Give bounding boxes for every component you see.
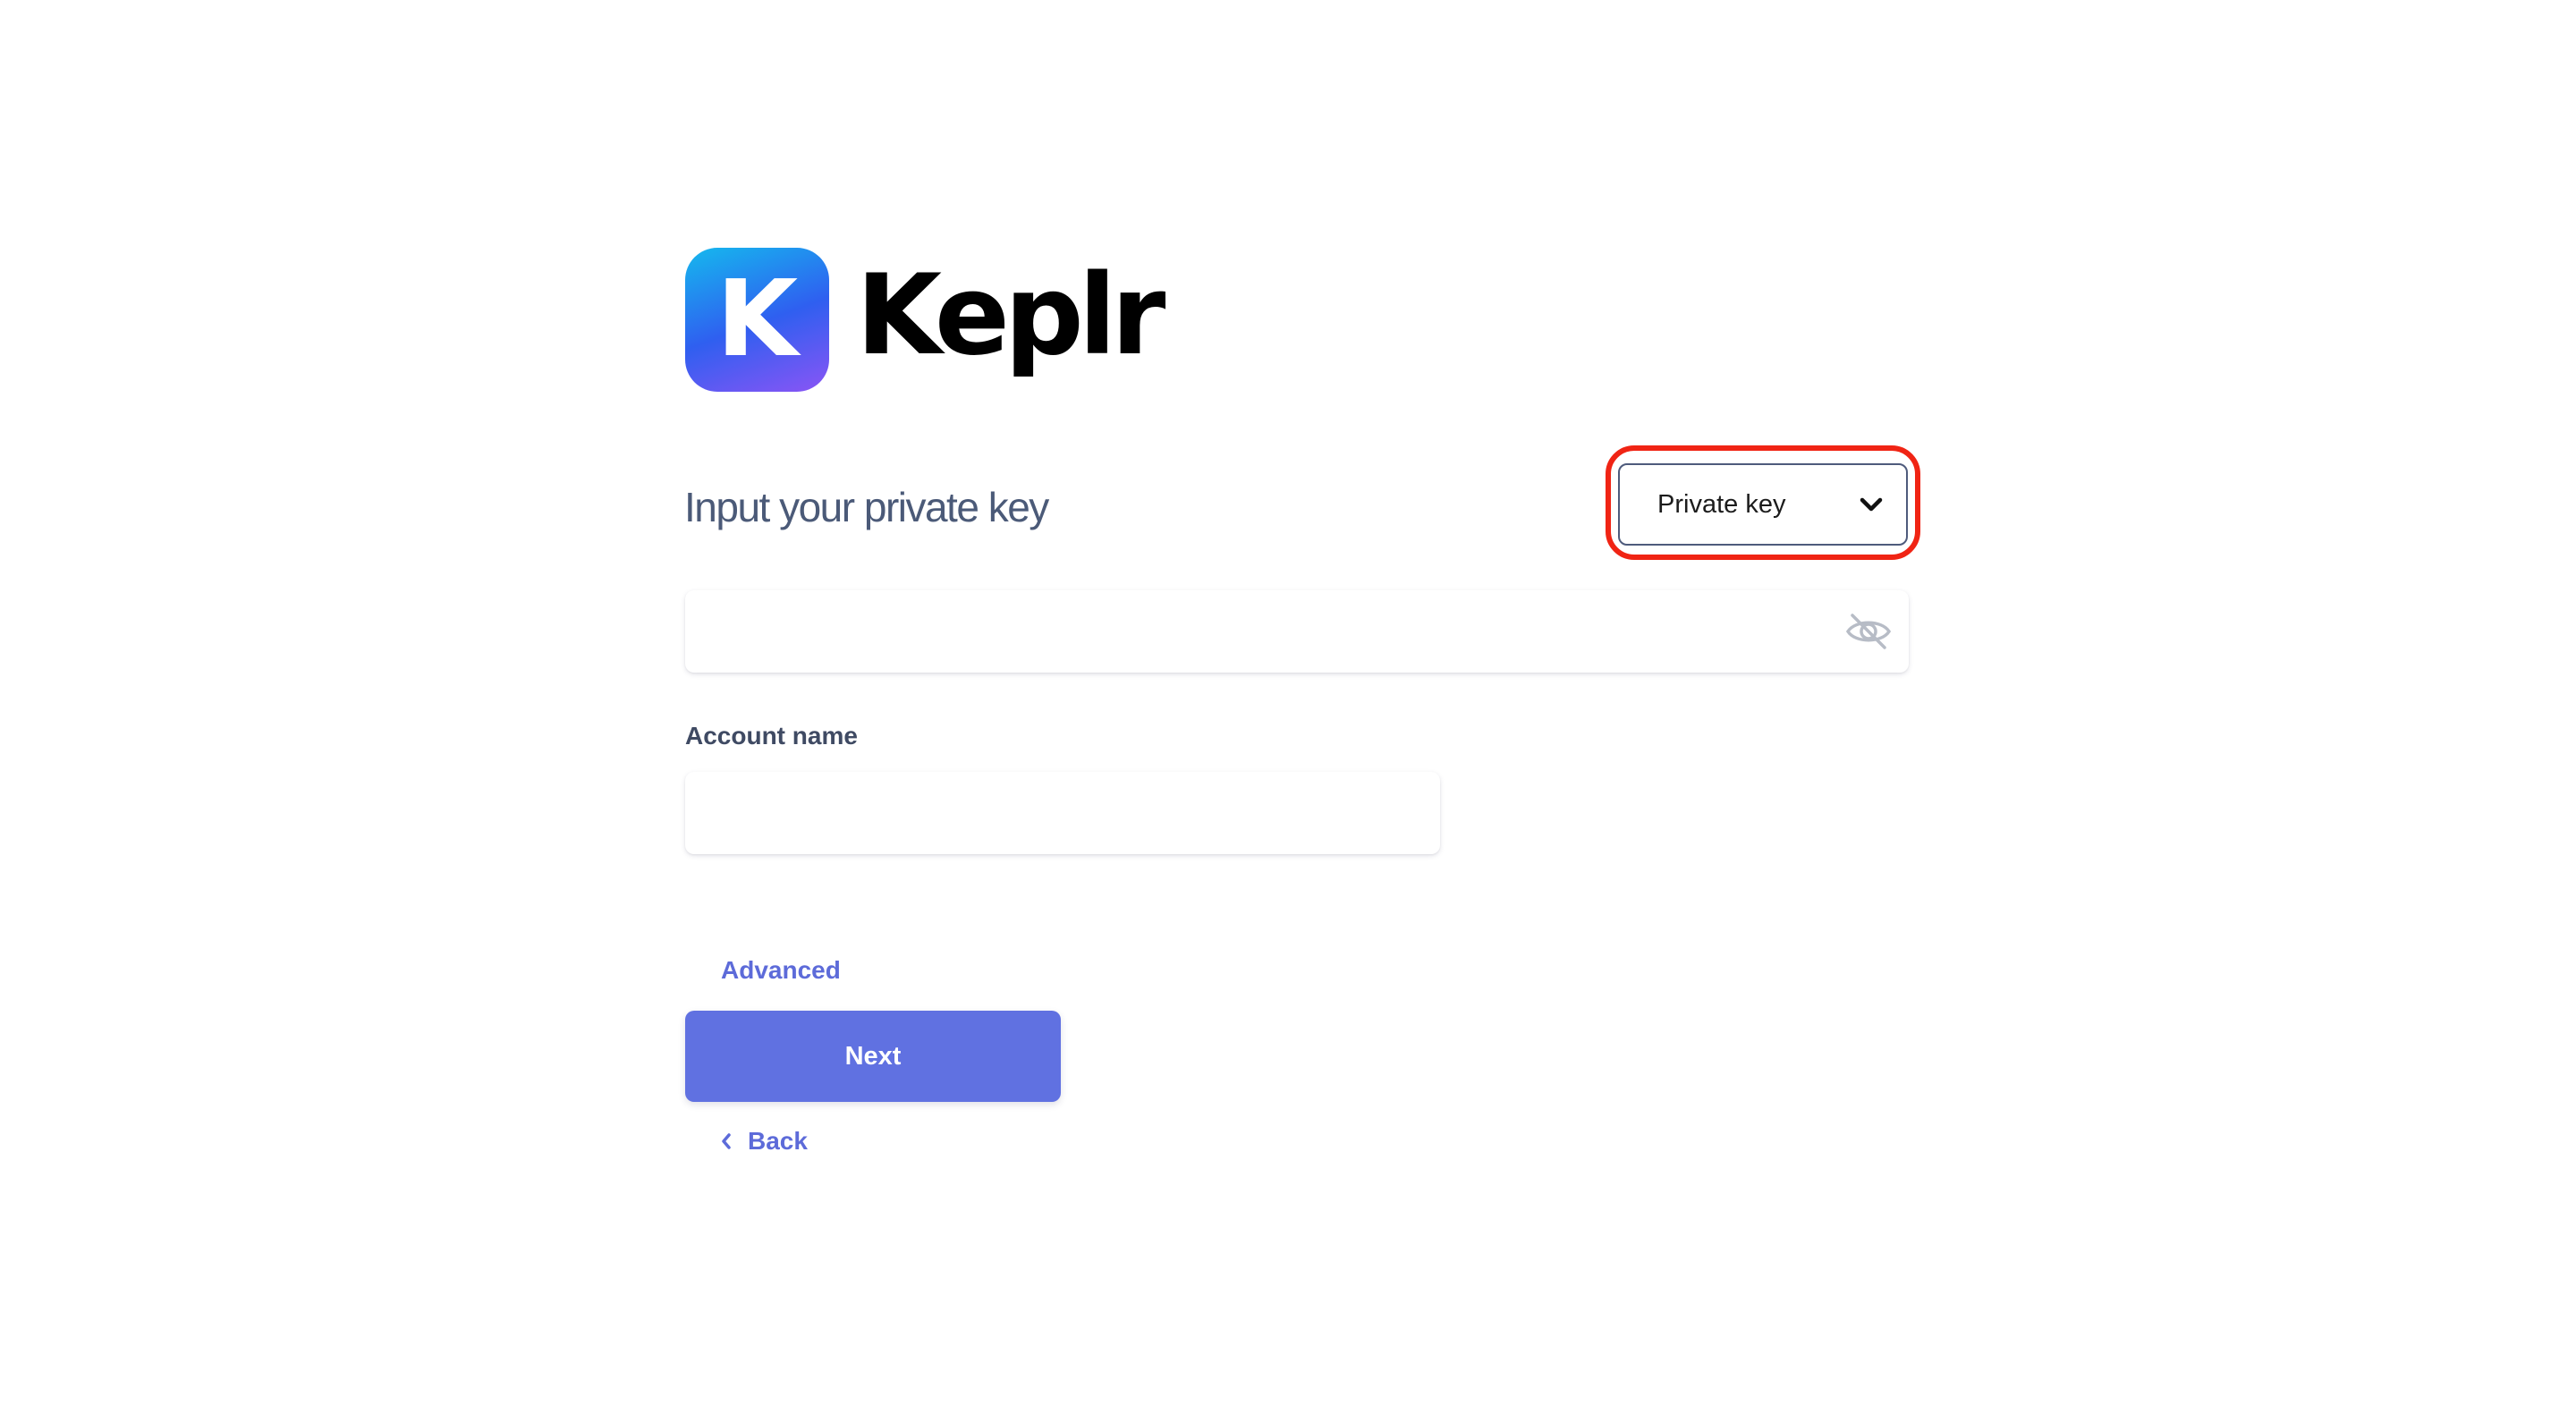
eye-off-icon[interactable] <box>1844 610 1893 653</box>
advanced-link[interactable]: Advanced <box>721 956 841 985</box>
keplr-logo-icon: K <box>685 248 829 392</box>
page-title: Input your private key <box>684 484 1049 530</box>
import-private-key-page: K Keplr Input your private key Private k… <box>0 0 2576 1406</box>
back-button[interactable]: Back <box>721 1127 808 1156</box>
account-name-input[interactable] <box>685 772 1440 854</box>
private-key-field <box>685 590 1909 673</box>
key-type-selected-value: Private key <box>1657 489 1786 519</box>
next-button[interactable]: Next <box>685 1011 1061 1102</box>
back-label: Back <box>748 1127 808 1155</box>
chevron-down-icon <box>1860 497 1883 512</box>
chevron-left-icon <box>722 1133 731 1149</box>
account-name-field <box>685 772 1440 854</box>
account-name-label: Account name <box>685 722 858 750</box>
private-key-input[interactable] <box>685 590 1909 673</box>
logo-wordmark: Keplr <box>856 250 1165 380</box>
keplr-logo: K Keplr <box>685 248 1165 392</box>
logo-letter: K <box>716 256 799 380</box>
key-type-select[interactable]: Private key <box>1618 463 1908 546</box>
